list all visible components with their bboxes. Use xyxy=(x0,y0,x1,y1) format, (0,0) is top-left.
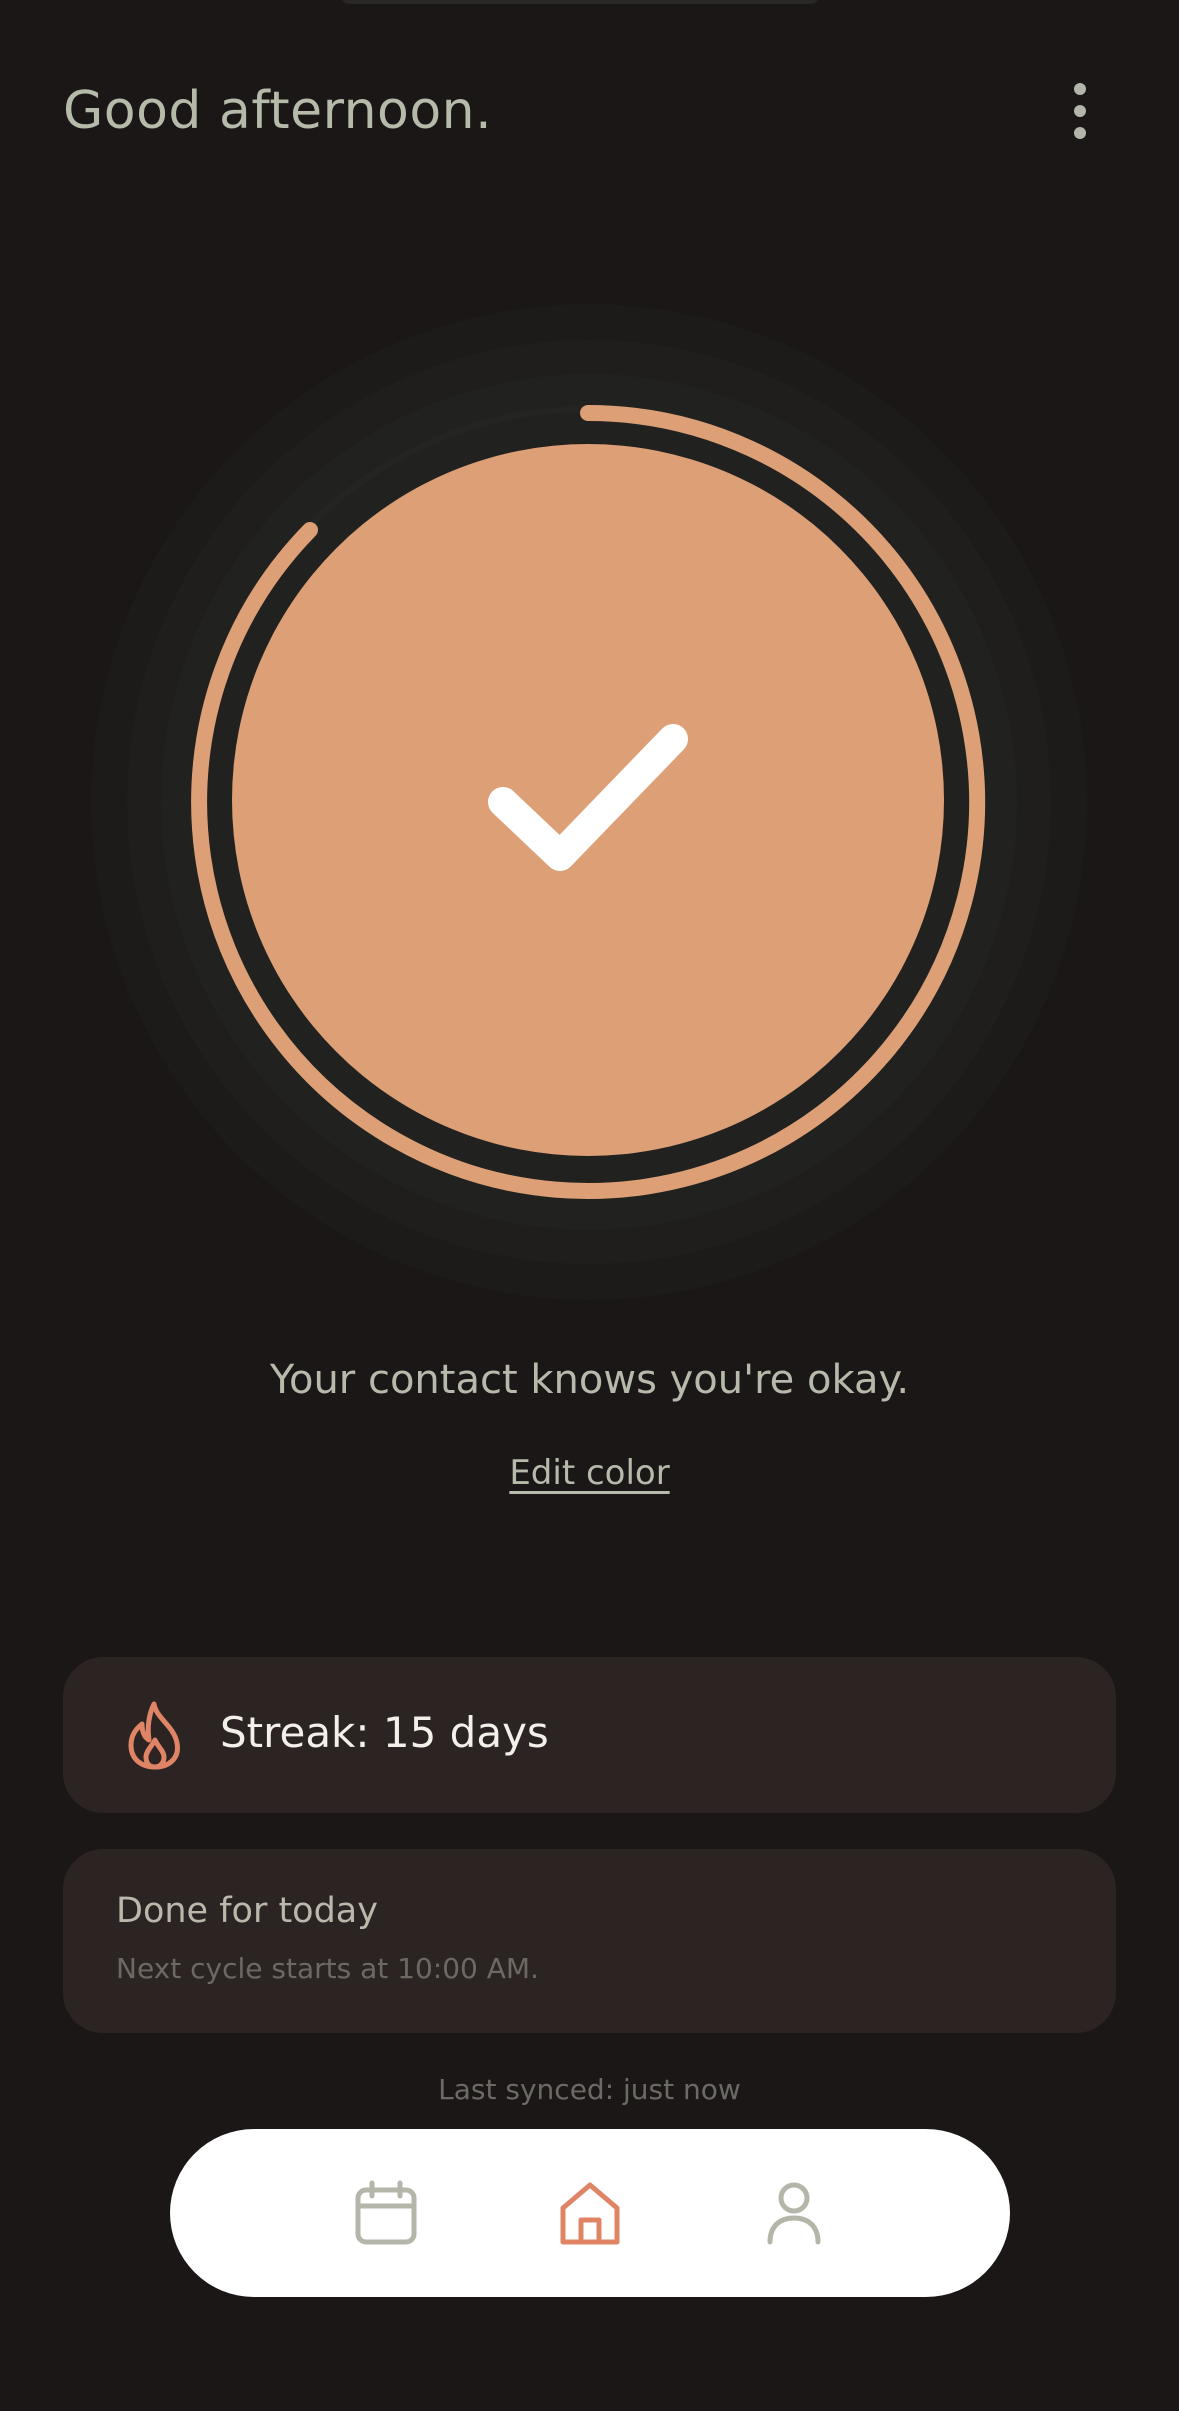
streak-card: Streak: 15 days xyxy=(63,1657,1116,1813)
status-message: Your contact knows you're okay. xyxy=(269,1357,910,1403)
nav-home[interactable] xyxy=(550,2173,630,2253)
profile-icon xyxy=(767,2182,821,2245)
status-circle-button[interactable] xyxy=(232,444,944,1156)
flame-icon xyxy=(128,1701,180,1770)
edit-color-link[interactable]: Edit color xyxy=(509,1453,669,1493)
streak-label: Streak: 15 days xyxy=(220,1708,549,1757)
greeting-title: Good afternoon. xyxy=(63,81,493,141)
cycle-status-card: Done for today Next cycle starts at 10:0… xyxy=(63,1849,1116,2033)
last-synced-text: Last synced: just now xyxy=(438,2073,741,2106)
edit-color-link-wrap: Edit color xyxy=(0,1448,1179,1498)
more-vertical-icon xyxy=(1074,83,1086,139)
calendar-icon xyxy=(355,2180,417,2245)
cycle-title: Done for today xyxy=(116,1891,378,1931)
check-in-ring[interactable] xyxy=(89,302,1089,1302)
status-bar-notch xyxy=(340,0,820,4)
home-icon xyxy=(560,2182,620,2245)
more-menu-button[interactable] xyxy=(1050,72,1110,150)
cycle-subtitle: Next cycle starts at 10:00 AM. xyxy=(116,1952,539,1985)
bottom-nav-bar xyxy=(170,2129,1010,2297)
nav-profile[interactable] xyxy=(754,2173,834,2253)
nav-calendar[interactable] xyxy=(346,2173,426,2253)
